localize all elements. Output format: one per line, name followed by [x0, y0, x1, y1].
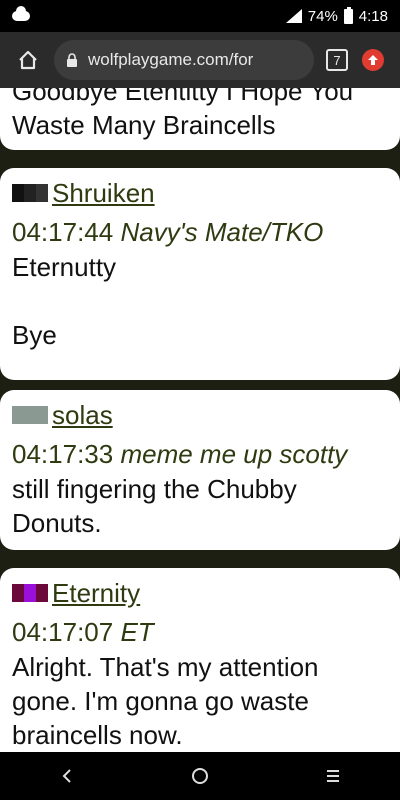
post-card: Shruiken 04:17:44 Navy's Mate/TKO Eternu…: [0, 168, 400, 380]
update-button[interactable]: [362, 49, 384, 71]
post-time: 04:17:07: [12, 617, 114, 647]
user-color-swatch: [12, 184, 48, 202]
home-button[interactable]: [10, 42, 46, 78]
system-navigation-bar: [0, 752, 400, 800]
arrow-up-icon: [368, 55, 378, 65]
post-body: still fingering the Chubby Donuts.: [12, 474, 297, 538]
post-time: 04:17:44: [12, 217, 114, 247]
url-text: wolfplaygame.com/for: [88, 50, 254, 69]
circle-icon: [191, 768, 208, 784]
post-card: Eternity 04:17:07 ET Alright. That's my …: [0, 568, 400, 752]
back-button[interactable]: [47, 756, 87, 796]
user-color-swatch: [12, 584, 48, 602]
forum-feed: Goodbye Etentitty I Hope You Waste Many …: [0, 88, 400, 752]
cloud-icon: [12, 6, 30, 21]
home-nav-button[interactable]: [180, 756, 220, 796]
home-icon: [19, 50, 37, 70]
user-role: meme me up scotty: [120, 439, 348, 469]
author-link[interactable]: Shruiken: [52, 178, 155, 209]
address-bar[interactable]: wolfplaygame.com/for: [54, 40, 314, 80]
battery-icon: [343, 6, 353, 24]
author-link[interactable]: Eternity: [52, 578, 140, 609]
battery-percent: 74%: [307, 7, 338, 25]
lock-icon: [67, 53, 77, 67]
back-chevron-icon: [62, 769, 71, 783]
user-role: ET: [120, 617, 154, 647]
author-link[interactable]: solas: [52, 400, 113, 431]
post-body: Alright. That's my attention gone. I'm g…: [12, 652, 319, 750]
menu-lines-icon: [327, 770, 340, 782]
user-color-swatch: [12, 406, 48, 424]
status-bar: 74% 4:18: [0, 0, 400, 32]
tab-switcher-button[interactable]: 7: [326, 49, 348, 71]
post-card: solas 04:17:33 meme me up scotty still f…: [0, 390, 400, 550]
clock: 4:18: [358, 7, 388, 25]
browser-toolbar: wolfplaygame.com/for 7: [0, 32, 400, 88]
signal-icon: [285, 9, 302, 23]
post-time: 04:17:33: [12, 439, 114, 469]
user-role: Navy's Mate/TKO: [120, 217, 324, 247]
recent-apps-button[interactable]: [313, 756, 353, 796]
post-body: Goodbye Etentitty I Hope You Waste Many …: [12, 88, 354, 140]
post-body: Eternutty: [12, 252, 117, 282]
post-card: Goodbye Etentitty I Hope You Waste Many …: [0, 88, 400, 150]
post-body: Bye: [12, 320, 57, 350]
